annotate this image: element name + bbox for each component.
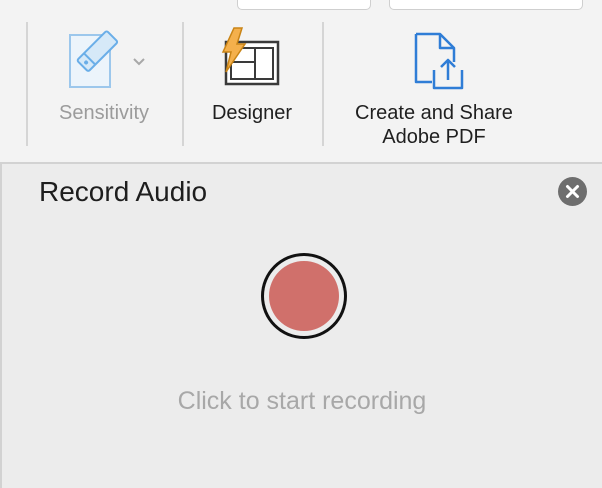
adobe-pdf-label-line1: Create and Share [355, 102, 513, 124]
ribbon-separator [26, 22, 28, 146]
sensitivity-button[interactable]: Sensitivity [30, 22, 178, 152]
close-icon [566, 185, 579, 198]
designer-label: Designer [211, 102, 293, 124]
ribbon-separator [182, 22, 184, 146]
designer-button[interactable]: Designer [186, 22, 318, 152]
sensitivity-icon [69, 30, 145, 88]
adobe-pdf-label: Create and Share Adobe PDF [330, 101, 538, 149]
close-button[interactable] [558, 177, 587, 206]
record-icon [269, 261, 339, 331]
ribbon: Sensitivity Designer Create and Share Ad… [0, 0, 602, 164]
ribbon-separator [322, 22, 324, 146]
record-hint-text: Click to start recording [177, 387, 427, 415]
record-button[interactable] [261, 253, 347, 339]
sensitivity-label: Sensitivity [58, 102, 150, 124]
create-share-adobe-pdf-button[interactable]: Create and Share Adobe PDF [330, 22, 538, 152]
record-audio-panel: Record Audio Click to start recording [0, 164, 602, 488]
ribbon-top-control-left[interactable] [237, 0, 371, 10]
ribbon-top-control-right[interactable] [389, 0, 583, 10]
panel-title: Record Audio [39, 176, 208, 207]
share-pdf-icon [414, 32, 464, 90]
adobe-pdf-label-line2: Adobe PDF [382, 126, 486, 148]
designer-icon [221, 27, 280, 86]
